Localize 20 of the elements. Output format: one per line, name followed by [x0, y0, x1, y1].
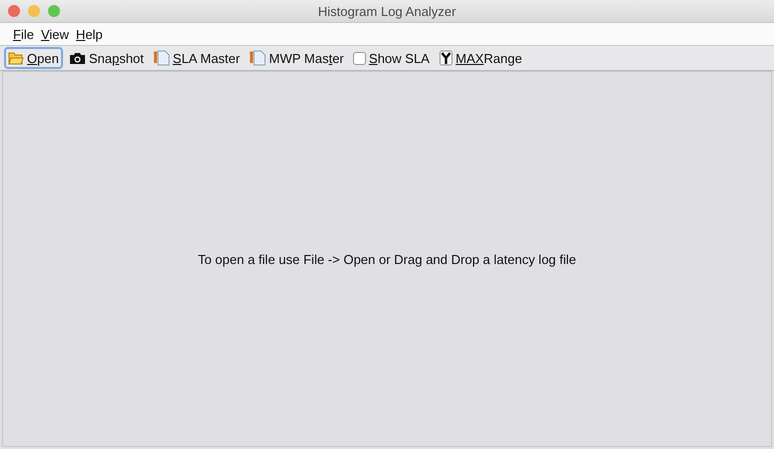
- toolbar-button[interactable]: Open: [4, 47, 63, 69]
- menu-item[interactable]: View: [40, 26, 69, 42]
- y-axis-icon: [438, 50, 453, 66]
- toolbar-button[interactable]: SLA Master: [150, 47, 243, 69]
- toolbar-button[interactable]: Snapshot: [66, 47, 147, 69]
- menu-item[interactable]: File: [13, 26, 34, 42]
- menu-item[interactable]: Help: [76, 26, 103, 42]
- toolbar-button[interactable]: MWP Master: [246, 47, 347, 69]
- empty-state-message: To open a file use File -> Open or Drag and Drop a latency log file: [198, 252, 576, 266]
- minimize-button[interactable]: [28, 5, 40, 17]
- folder-icon: [8, 52, 24, 64]
- close-button[interactable]: [8, 5, 20, 17]
- checkbox[interactable]: [352, 52, 366, 64]
- window-title: Histogram Log Analyzer: [318, 4, 456, 18]
- show-sla-checkbox[interactable]: Show SLA: [350, 47, 433, 69]
- zoom-button[interactable]: [48, 5, 60, 17]
- document-icon: [152, 50, 170, 66]
- document-icon: [248, 50, 266, 66]
- camera-icon: [68, 52, 86, 64]
- toolbar-button[interactable]: MAXRange: [436, 47, 526, 69]
